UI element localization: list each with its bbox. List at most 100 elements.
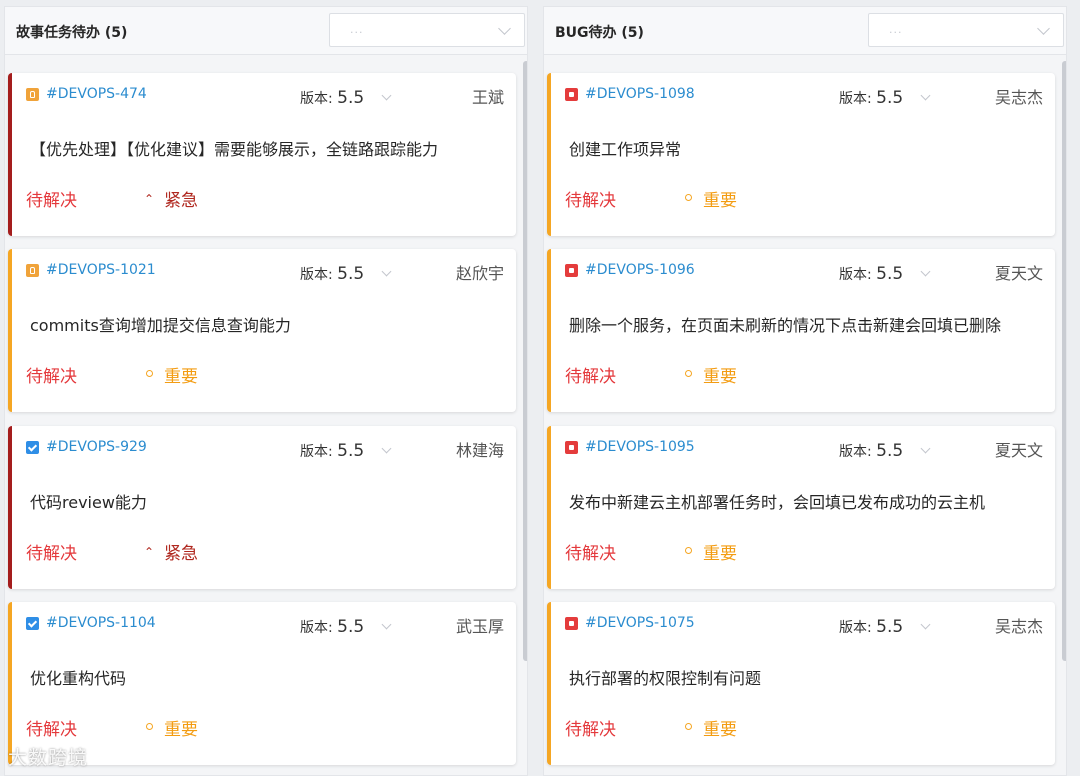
issue-card[interactable]: #DEVOPS-474 版本: 5.5 王斌 【优先处理】【优化建议】需要能够展… [8, 73, 516, 236]
circle-icon [146, 723, 153, 730]
filter-placeholder: ... [889, 23, 903, 36]
priority-label[interactable]: 重要 [683, 186, 737, 211]
chevron-down-icon [1037, 22, 1050, 35]
double-chevron-up-icon: ⌃ [144, 545, 155, 559]
priority-label[interactable]: 重要 [683, 715, 737, 740]
scrollbar-thumb[interactable] [523, 61, 527, 661]
double-chevron-up-icon: ⌃ [144, 192, 155, 206]
version-value: 5.5 [876, 441, 904, 461]
priority-label[interactable]: ⌃ 紧急 [144, 186, 198, 211]
issue-title[interactable]: 发布中新建云主机部署任务时，会回填已发布成功的云主机 [569, 489, 1045, 513]
status-label[interactable]: 待解决 [565, 186, 616, 211]
priority-label[interactable]: 重要 [683, 362, 737, 387]
issue-card[interactable]: #DEVOPS-1096 版本: 5.5 夏天文 删除一个服务，在页面未刷新的情… [547, 249, 1055, 412]
issue-card[interactable]: #DEVOPS-1095 版本: 5.5 夏天文 发布中新建云主机部署任务时，会… [547, 426, 1055, 589]
chevron-down-icon[interactable] [920, 619, 931, 630]
priority-text: 重要 [703, 544, 737, 564]
filter-dropdown[interactable]: ... [868, 13, 1064, 47]
issue-id-link[interactable]: #DEVOPS-929 [46, 439, 147, 455]
assignee-name[interactable]: 赵欣宇 [456, 260, 504, 284]
status-label[interactable]: 待解决 [26, 715, 77, 740]
assignee-name[interactable]: 王斌 [472, 84, 504, 108]
issue-title[interactable]: 【优先处理】【优化建议】需要能够展示，全链路跟踪能力 [30, 136, 506, 160]
version-selector[interactable]: 版本: 5.5 [300, 617, 364, 637]
issue-id-link[interactable]: #DEVOPS-1104 [46, 615, 156, 631]
filter-dropdown[interactable]: ... [329, 13, 525, 47]
issue-id-link[interactable]: #DEVOPS-1075 [585, 615, 695, 631]
status-label[interactable]: 待解决 [565, 715, 616, 740]
status-label[interactable]: 待解决 [26, 362, 77, 387]
priority-text: 紧急 [164, 544, 199, 564]
chevron-down-icon[interactable] [381, 90, 392, 101]
version-selector[interactable]: 版本: 5.5 [300, 264, 364, 284]
version-label: 版本: [300, 444, 333, 460]
priority-text: 重要 [164, 367, 198, 387]
version-label: 版本: [839, 91, 872, 107]
checkbox-icon [26, 617, 39, 630]
circle-icon [685, 547, 692, 554]
watermark-logo: 大数跨境 [8, 747, 89, 769]
issue-card[interactable]: #DEVOPS-1021 版本: 5.5 赵欣宇 commits查询增加提交信息… [8, 249, 516, 412]
status-label[interactable]: 待解决 [565, 539, 616, 564]
assignee-name[interactable]: 吴志杰 [995, 613, 1043, 637]
issue-title[interactable]: 创建工作项异常 [569, 136, 1045, 160]
priority-label[interactable]: 重要 [144, 715, 198, 740]
version-label: 版本: [300, 267, 333, 283]
version-label: 版本: [300, 91, 333, 107]
bug-icon [565, 264, 578, 277]
chevron-down-icon[interactable] [381, 266, 392, 277]
issue-card[interactable]: #DEVOPS-1075 版本: 5.5 吴志杰 执行部署的权限控制有问题 待解… [547, 602, 1055, 765]
scrollbar[interactable] [523, 61, 527, 775]
version-selector[interactable]: 版本: 5.5 [300, 441, 364, 461]
version-label: 版本: [300, 620, 333, 636]
assignee-name[interactable]: 林建海 [456, 437, 504, 461]
issue-id-link[interactable]: #DEVOPS-1021 [46, 262, 156, 278]
version-selector[interactable]: 版本: 5.5 [839, 441, 903, 461]
version-value: 5.5 [337, 264, 365, 284]
priority-label[interactable]: 重要 [683, 539, 737, 564]
chevron-down-icon[interactable] [381, 443, 392, 454]
chevron-down-icon[interactable] [920, 90, 931, 101]
chevron-down-icon[interactable] [920, 443, 931, 454]
circle-icon [685, 723, 692, 730]
issue-id-link[interactable]: #DEVOPS-1096 [585, 262, 695, 278]
priority-text: 重要 [703, 367, 737, 387]
bug-icon [565, 441, 578, 454]
assignee-name[interactable]: 夏天文 [995, 437, 1043, 461]
status-label[interactable]: 待解决 [565, 362, 616, 387]
bug-icon [565, 617, 578, 630]
issue-title[interactable]: commits查询增加提交信息查询能力 [30, 312, 506, 336]
version-value: 5.5 [876, 264, 904, 284]
issue-card[interactable]: #DEVOPS-929 版本: 5.5 林建海 代码review能力 待解决 ⌃… [8, 426, 516, 589]
assignee-name[interactable]: 夏天文 [995, 260, 1043, 284]
version-selector[interactable]: 版本: 5.5 [839, 88, 903, 108]
scrollbar[interactable] [1062, 61, 1066, 775]
chevron-down-icon[interactable] [381, 619, 392, 630]
version-value: 5.5 [876, 617, 904, 637]
version-selector[interactable]: 版本: 5.5 [839, 264, 903, 284]
assignee-name[interactable]: 吴志杰 [995, 84, 1043, 108]
priority-label[interactable]: ⌃ 紧急 [144, 539, 198, 564]
issue-id-link[interactable]: #DEVOPS-1098 [585, 86, 695, 102]
scrollbar-thumb[interactable] [1062, 61, 1066, 661]
issue-title[interactable]: 代码review能力 [30, 489, 506, 513]
assignee-name[interactable]: 武玉厚 [456, 613, 504, 637]
status-label[interactable]: 待解决 [26, 186, 77, 211]
issue-card[interactable]: #DEVOPS-1104 版本: 5.5 武玉厚 优化重构代码 待解决 重要 [8, 602, 516, 765]
issue-title[interactable]: 删除一个服务，在页面未刷新的情况下点击新建会回填已删除 [569, 312, 1045, 336]
issue-title[interactable]: 执行部署的权限控制有问题 [569, 665, 1045, 689]
lightbulb-icon [26, 264, 39, 277]
issue-id-link[interactable]: #DEVOPS-474 [46, 86, 147, 102]
chevron-down-icon[interactable] [920, 266, 931, 277]
status-label[interactable]: 待解决 [26, 539, 77, 564]
chevron-down-icon [498, 22, 511, 35]
issue-card[interactable]: #DEVOPS-1098 版本: 5.5 吴志杰 创建工作项异常 待解决 重要 [547, 73, 1055, 236]
issue-title[interactable]: 优化重构代码 [30, 665, 506, 689]
version-selector[interactable]: 版本: 5.5 [300, 88, 364, 108]
issue-id-link[interactable]: #DEVOPS-1095 [585, 439, 695, 455]
version-value: 5.5 [876, 88, 904, 108]
column-header: 故事任务待办 (5) ... [5, 7, 527, 55]
priority-text: 重要 [164, 720, 198, 740]
priority-label[interactable]: 重要 [144, 362, 198, 387]
version-selector[interactable]: 版本: 5.5 [839, 617, 903, 637]
